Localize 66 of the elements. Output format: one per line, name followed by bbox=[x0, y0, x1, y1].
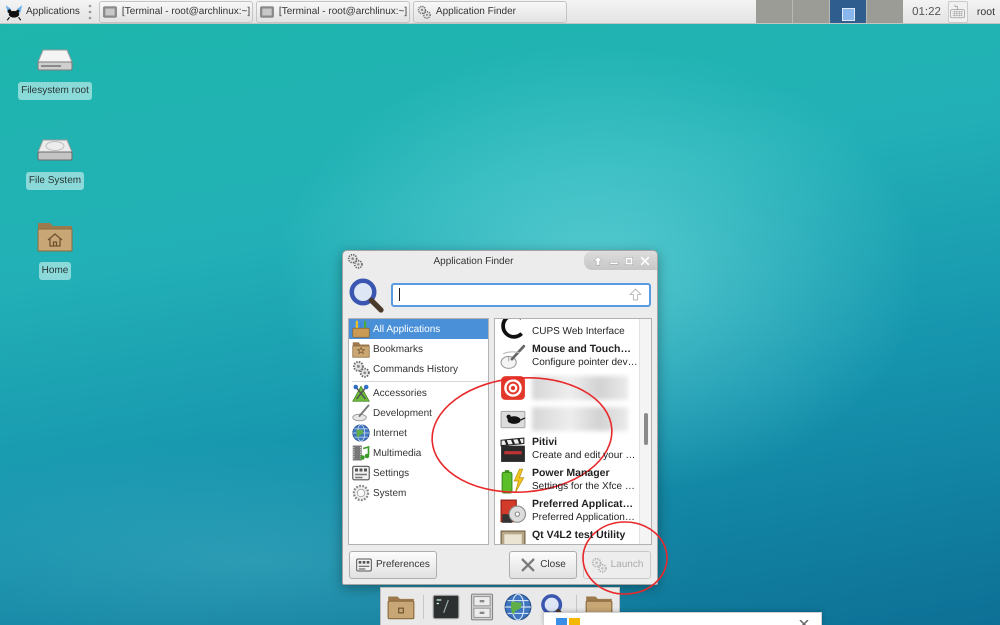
disc-box-icon bbox=[500, 498, 526, 524]
application-item[interactable]: Pitivi Create and edit your … bbox=[495, 434, 639, 465]
globe-icon bbox=[352, 424, 370, 442]
hard-disk-icon[interactable] bbox=[37, 138, 73, 162]
film-note-icon bbox=[352, 444, 370, 462]
gears-icon bbox=[416, 4, 431, 18]
gears-icon[interactable] bbox=[347, 253, 363, 269]
category-item[interactable]: Multimedia bbox=[349, 443, 488, 463]
stylus-icon bbox=[352, 404, 370, 422]
maximize-icon[interactable] bbox=[624, 256, 634, 266]
category-item[interactable]: Settings bbox=[349, 463, 488, 483]
applications-menu-button[interactable]: Applications bbox=[3, 0, 83, 22]
application-item[interactable]: CUPS Web Interface bbox=[495, 319, 639, 341]
control-panel-icon bbox=[356, 556, 372, 572]
battery-icon bbox=[500, 468, 526, 494]
globe-icon[interactable] bbox=[504, 592, 532, 620]
application-item[interactable]: Preferred Applicat… Preferred Application… bbox=[495, 496, 639, 527]
search-icon bbox=[348, 276, 384, 312]
toolbox-icon bbox=[352, 320, 370, 338]
target-icon bbox=[500, 374, 526, 400]
taskbar-button[interactable]: [Terminal - root@archlinux:~] bbox=[98, 0, 253, 22]
ring-icon bbox=[500, 319, 526, 338]
folder-star-icon bbox=[352, 340, 370, 358]
window-icon bbox=[260, 4, 274, 18]
category-item[interactable]: Development bbox=[349, 403, 488, 423]
category-item[interactable]: Accessories bbox=[349, 383, 488, 403]
control-panel-icon bbox=[352, 464, 370, 482]
terminal-icon[interactable] bbox=[432, 592, 460, 620]
desktop-icon-label[interactable]: Filesystem root bbox=[18, 82, 92, 100]
preferences-button[interactable]: Preferences bbox=[349, 550, 437, 578]
home-folder-icon[interactable] bbox=[37, 220, 73, 252]
desktop-icon-label[interactable]: File System bbox=[26, 172, 84, 190]
gear-icon bbox=[352, 484, 370, 502]
window-title: Application Finder bbox=[432, 256, 515, 266]
drive-icon[interactable] bbox=[37, 48, 73, 72]
keyboard-icon bbox=[950, 4, 966, 19]
scrollbar-thumb[interactable] bbox=[644, 413, 648, 445]
gears-icon bbox=[590, 556, 607, 572]
close-icon[interactable] bbox=[799, 620, 809, 625]
taskbar-button[interactable]: Application Finder bbox=[412, 0, 567, 22]
rodent-icon bbox=[5, 2, 23, 20]
arrow-up-icon[interactable] bbox=[629, 288, 642, 301]
close-icon bbox=[520, 556, 536, 572]
search-field[interactable] bbox=[391, 282, 651, 306]
user-name: root bbox=[976, 6, 995, 18]
category-item[interactable]: Bookmarks bbox=[349, 339, 488, 359]
application-item[interactable]: Mouse and Touch… Configure pointer dev… bbox=[495, 341, 639, 372]
window-icon bbox=[102, 4, 117, 18]
category-item[interactable]: Commands History bbox=[349, 359, 488, 379]
clock: 01:22 bbox=[912, 6, 941, 18]
file-cabinet-icon[interactable] bbox=[468, 592, 496, 620]
gears-icon bbox=[352, 360, 370, 378]
category-item[interactable]: Internet bbox=[349, 423, 488, 443]
mouse-icon bbox=[500, 344, 526, 370]
tools-icon bbox=[352, 384, 370, 402]
desktop-icon-label[interactable]: Home bbox=[38, 262, 72, 280]
category-item[interactable]: System bbox=[349, 483, 488, 503]
workspace-button[interactable] bbox=[830, 0, 866, 23]
grip-icon bbox=[88, 4, 92, 20]
text-cursor bbox=[399, 288, 400, 301]
clapperboard-icon bbox=[500, 436, 526, 462]
arrow-up-icon[interactable] bbox=[592, 256, 603, 266]
logo-icon bbox=[556, 618, 580, 625]
taskbar-button[interactable]: [Terminal - root@archlinux:~] bbox=[256, 0, 410, 22]
close-button[interactable]: Close bbox=[509, 550, 577, 578]
keyboard-layout-button[interactable] bbox=[948, 0, 968, 22]
